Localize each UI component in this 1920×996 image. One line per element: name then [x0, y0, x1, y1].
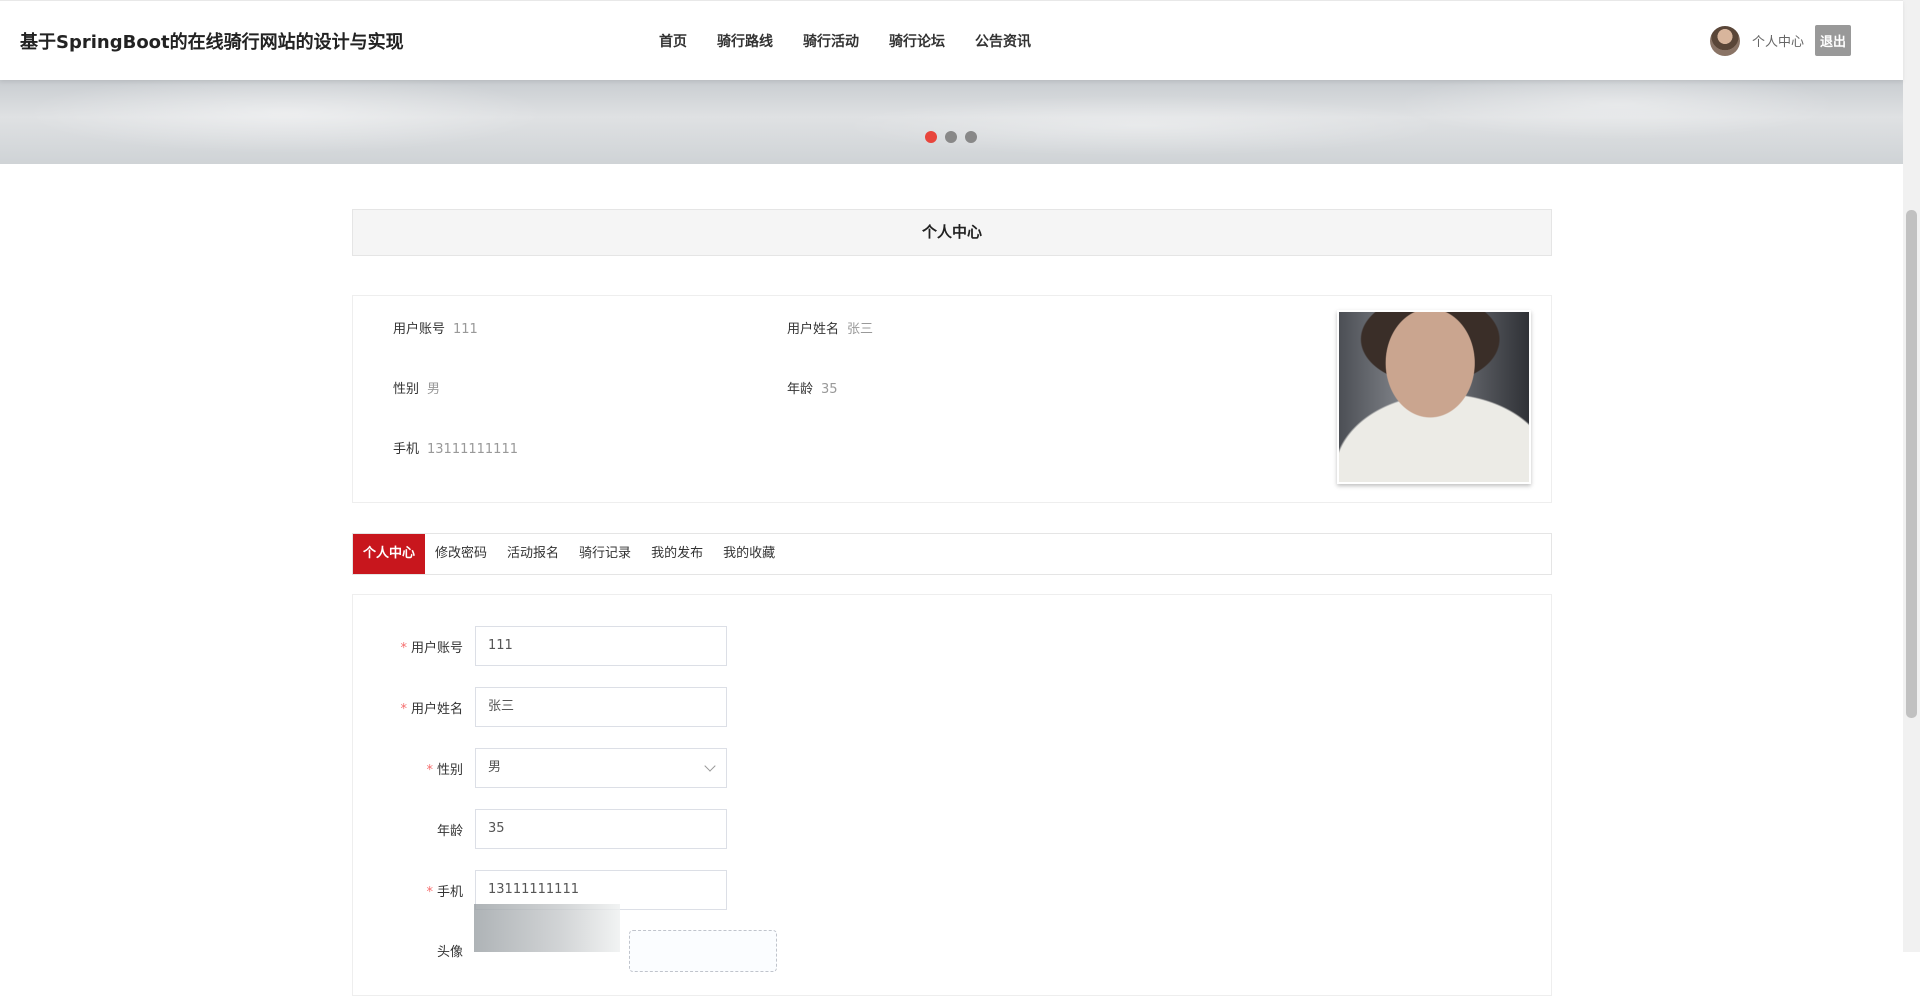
- info-gender-label: 性别: [393, 382, 420, 397]
- user-area: 个人中心 退出: [1709, 25, 1851, 56]
- profile-tabs: 个人中心 修改密码 活动报名 骑行记录 我的发布 我的收藏: [352, 533, 1552, 575]
- age-field-label: 年龄: [436, 823, 463, 839]
- carousel-indicators: [925, 131, 985, 143]
- age-input[interactable]: 35: [475, 809, 727, 849]
- name-field-label: * 用户姓名: [400, 701, 463, 717]
- info-phone: 手机 13111111111: [393, 438, 518, 457]
- tab-activity-signup[interactable]: 活动报名: [497, 534, 569, 574]
- required-mark: *: [400, 640, 407, 656]
- scrollbar-thumb[interactable]: [1906, 210, 1917, 718]
- tab-change-password[interactable]: 修改密码: [425, 534, 497, 574]
- carousel-dot-3[interactable]: [965, 131, 977, 143]
- form-row-account: * 用户账号 111: [353, 626, 727, 666]
- nav-activities[interactable]: 骑行活动: [803, 31, 859, 51]
- carousel-dot-2[interactable]: [945, 131, 957, 143]
- nav-news[interactable]: 公告资讯: [975, 31, 1031, 51]
- info-age-value: 35: [821, 382, 838, 397]
- logout-button[interactable]: 退出: [1814, 25, 1851, 56]
- required-mark: *: [426, 884, 433, 900]
- tab-riding-records[interactable]: 骑行记录: [569, 534, 641, 574]
- top-navbar: 基于SpringBoot的在线骑行网站的设计与实现 首页 骑行路线 骑行活动 骑…: [0, 0, 1903, 80]
- info-name: 用户姓名 张三: [787, 318, 873, 337]
- nav-routes[interactable]: 骑行路线: [717, 31, 773, 51]
- gender-field-label: * 性别: [426, 762, 463, 778]
- info-gender: 性别男: [393, 378, 440, 397]
- phone-field-label: * 手机: [426, 884, 463, 900]
- info-gender-value: 男: [427, 382, 441, 397]
- page-title: 个人中心: [352, 209, 1552, 256]
- tab-profile[interactable]: 个人中心: [353, 534, 426, 574]
- account-input[interactable]: 111: [475, 626, 727, 666]
- chevron-down-icon: [704, 760, 716, 772]
- profile-photo: [1337, 310, 1531, 484]
- banner-carousel: [0, 79, 1903, 164]
- page-scrollbar[interactable]: [1903, 0, 1920, 952]
- tab-my-favorites[interactable]: 我的收藏: [713, 534, 785, 574]
- nav-forum[interactable]: 骑行论坛: [889, 31, 945, 51]
- info-name-label: 用户姓名: [787, 322, 840, 337]
- carousel-dot-1[interactable]: [925, 131, 937, 143]
- site-title[interactable]: 基于SpringBoot的在线骑行网站的设计与实现: [20, 28, 404, 54]
- nav-home[interactable]: 首页: [659, 31, 687, 51]
- profile-info-card: 用户账号 111 用户姓名 张三 性别男 年龄 35 手机 13111111111: [352, 295, 1552, 503]
- info-account: 用户账号 111: [393, 318, 478, 337]
- user-avatar[interactable]: [1709, 25, 1740, 56]
- info-account-label: 用户账号: [393, 322, 446, 337]
- form-row-age: 年龄 35: [353, 809, 727, 849]
- info-age-label: 年龄: [787, 382, 814, 397]
- avatar-preview-image: [474, 904, 620, 952]
- required-mark: *: [426, 762, 433, 778]
- gender-select-value: 男: [488, 760, 502, 775]
- form-row-gender: * 性别 男: [353, 748, 727, 788]
- user-center-link[interactable]: 个人中心: [1752, 31, 1804, 50]
- tab-my-posts[interactable]: 我的发布: [641, 534, 713, 574]
- info-account-value: 111: [453, 322, 478, 337]
- form-row-avatar: 头像: [353, 941, 475, 960]
- info-phone-value: 13111111111: [427, 442, 518, 457]
- main-nav: 首页 骑行路线 骑行活动 骑行论坛 公告资讯: [659, 31, 1061, 51]
- form-row-name: * 用户姓名 张三: [353, 687, 727, 727]
- avatar-field-label: 头像: [436, 945, 463, 960]
- account-field-label: * 用户账号: [400, 640, 463, 656]
- info-age: 年龄 35: [787, 378, 838, 397]
- info-phone-label: 手机: [393, 442, 420, 457]
- gender-select[interactable]: 男: [475, 748, 727, 788]
- info-name-value: 张三: [847, 322, 874, 337]
- name-input[interactable]: 张三: [475, 687, 727, 727]
- required-mark: *: [400, 701, 407, 717]
- avatar-upload-button[interactable]: [629, 930, 777, 972]
